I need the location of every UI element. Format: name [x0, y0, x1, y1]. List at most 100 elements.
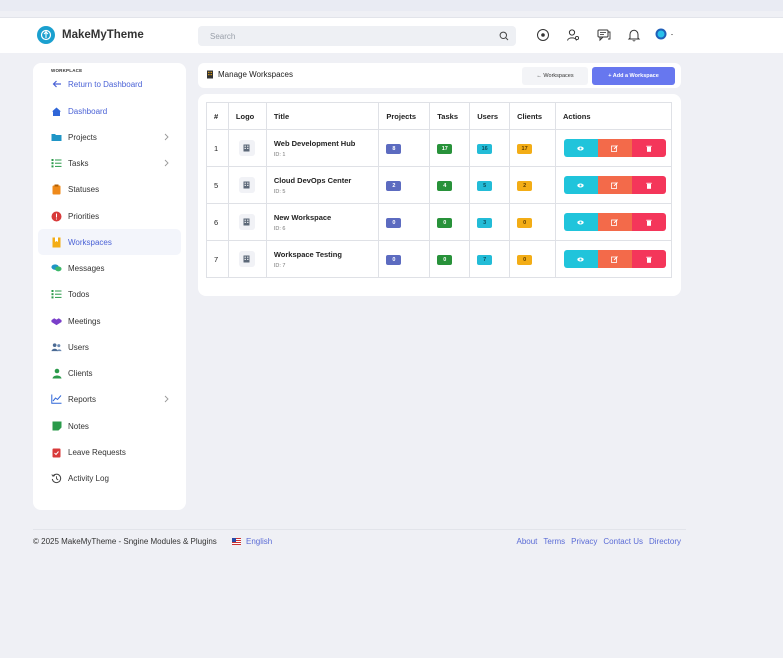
workspace-name[interactable]: Web Development Hub: [274, 139, 379, 148]
sidebar-item-label: Messages: [68, 263, 105, 273]
workspaces-card: # Logo Title Projects Tasks Users Clients Actio…: [198, 94, 681, 296]
actions-cell: [554, 166, 673, 204]
edit-button[interactable]: [597, 213, 632, 231]
column-header: Title: [265, 102, 380, 130]
workspace-name[interactable]: New Workspace: [274, 213, 379, 222]
row-number: 7: [206, 240, 229, 278]
brand-logo-icon: [37, 26, 55, 44]
language-selector[interactable]: English: [232, 537, 272, 546]
sidebar-item-activity-log[interactable]: Activity Log: [38, 465, 181, 491]
sidebar-item-todos[interactable]: Todos: [38, 281, 181, 307]
footer-link-terms[interactable]: Terms: [543, 537, 565, 546]
column-header: Tasks: [429, 102, 471, 130]
sidebar-item-return-to-dashboard[interactable]: Return to Dashboard: [38, 71, 181, 97]
projects-cell: 2: [378, 166, 431, 204]
building-icon: [238, 214, 255, 230]
footer-link-contact-us[interactable]: Contact Us: [603, 537, 643, 546]
sidebar-item-clients[interactable]: Clients: [38, 360, 181, 386]
chat-icon[interactable]: [597, 28, 611, 42]
delete-button[interactable]: [631, 176, 666, 194]
trash-icon: [646, 256, 652, 263]
workspaces-button[interactable]: ← Workspaces: [522, 67, 588, 85]
delete-button[interactable]: [631, 213, 666, 231]
edit-icon: [611, 181, 619, 189]
sidebar-item-leave-requests[interactable]: Leave Requests: [38, 439, 181, 465]
chart-icon: [51, 394, 62, 405]
chevron-right-icon: [164, 159, 169, 169]
chat-icon: [51, 263, 62, 274]
clients-cell: 0: [509, 240, 556, 278]
view-button[interactable]: [563, 176, 598, 194]
add-workspace-button[interactable]: + Add a Workspace: [592, 67, 675, 85]
user-settings-icon[interactable]: [566, 28, 580, 42]
sidebar-item-label: Projects: [68, 132, 97, 142]
sidebar-item-priorities[interactable]: Priorities: [38, 203, 181, 229]
sidebar-item-messages[interactable]: Messages: [38, 255, 181, 281]
view-button[interactable]: [563, 213, 598, 231]
sidebar-item-notes[interactable]: Notes: [38, 413, 181, 439]
workspace-name[interactable]: Cloud DevOps Center: [274, 176, 379, 185]
delete-button[interactable]: [631, 250, 666, 268]
row-number: 6: [206, 203, 229, 241]
sidebar-item-statuses[interactable]: Statuses: [38, 176, 181, 202]
footer-link-directory[interactable]: Directory: [649, 537, 681, 546]
search-icon[interactable]: [499, 31, 509, 43]
view-button[interactable]: [563, 250, 598, 268]
delete-button[interactable]: [631, 139, 666, 157]
edit-button[interactable]: [597, 250, 632, 268]
top-strip: [0, 0, 783, 11]
workspace-name[interactable]: Workspace Testing: [274, 250, 379, 259]
sidebar-item-label: Todos: [68, 289, 90, 299]
actions-cell: [554, 129, 673, 167]
sidebar-item-label: Leave Requests: [68, 447, 126, 457]
sidebar-item-reports[interactable]: Reports: [38, 386, 181, 412]
footer-link-privacy[interactable]: Privacy: [571, 537, 597, 546]
tasks-cell: 0: [429, 240, 471, 278]
history-icon: [51, 473, 62, 484]
sidebar-item-workspaces[interactable]: Workspaces: [38, 229, 181, 255]
users-cell: 7: [469, 240, 511, 278]
column-header: Actions: [554, 102, 673, 130]
users-cell: 16: [469, 129, 511, 167]
page-title: Manage Workspaces: [206, 70, 293, 79]
sidebar-item-label: Workspaces: [68, 237, 112, 247]
logo-cell: [227, 129, 267, 167]
sidebar-item-label: Reports: [68, 394, 97, 404]
eye-icon: [577, 146, 585, 150]
footer-link-about[interactable]: About: [516, 537, 537, 546]
title-cell: Web Development Hub ID: 1: [265, 129, 380, 167]
todo-icon: [51, 289, 62, 300]
users-cell: 3: [469, 203, 511, 241]
sidebar-item-meetings[interactable]: Meetings: [38, 308, 181, 334]
leave-icon: [51, 447, 62, 458]
logo-cell: [227, 166, 267, 204]
target-icon[interactable]: [536, 28, 550, 42]
users-badge: 16: [477, 143, 493, 154]
sidebar-item-label: Clients: [68, 368, 93, 378]
clients-badge: 0: [517, 254, 533, 265]
tasks-cell: 17: [429, 129, 471, 167]
view-button[interactable]: [563, 139, 598, 157]
brand[interactable]: MakeMyTheme: [37, 26, 144, 44]
sidebar-item-users[interactable]: Users: [38, 334, 181, 360]
sidebar-item-tasks[interactable]: Tasks: [38, 150, 181, 176]
avatar[interactable]: [654, 28, 676, 42]
trash-icon: [646, 145, 652, 152]
chevron-right-icon: [164, 133, 169, 143]
sidebar-item-label: Statuses: [68, 184, 100, 194]
edit-button[interactable]: [597, 176, 632, 194]
edit-button[interactable]: [597, 139, 632, 157]
sidebar-item-label: Return to Dashboard: [68, 79, 143, 89]
bell-icon[interactable]: [627, 28, 641, 42]
sidebar-item-label: Tasks: [68, 158, 89, 168]
projects-badge: 8: [386, 143, 402, 154]
row-number: 5: [206, 166, 229, 204]
search-input[interactable]: Search: [198, 26, 516, 46]
table-row: 1 Web Development Hub ID: 1 8 17 16 17: [206, 129, 673, 167]
chevron-right-icon: [164, 395, 169, 405]
sidebar-item-projects[interactable]: Projects: [38, 124, 181, 150]
trash-icon: [646, 182, 652, 189]
sidebar-item-dashboard[interactable]: Dashboard: [38, 98, 181, 124]
client-icon: [51, 368, 62, 379]
tasks-badge: 0: [437, 254, 453, 265]
